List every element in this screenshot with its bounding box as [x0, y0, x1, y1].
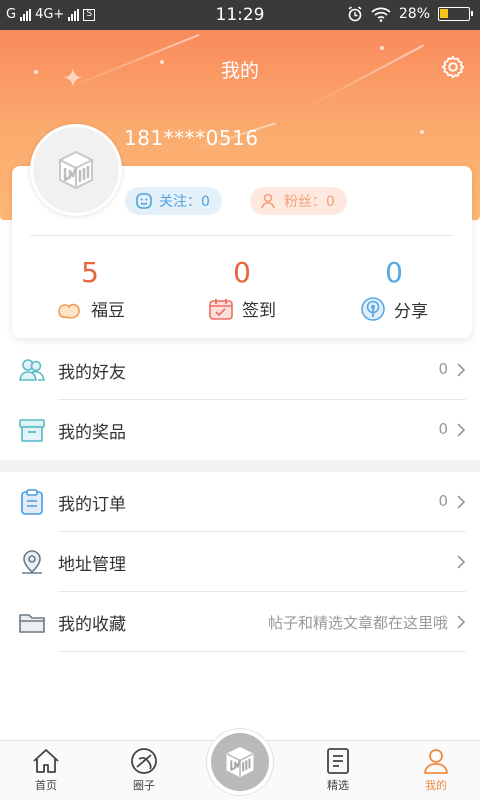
status-bar: G 4G+ S 11:29 28% — [0, 0, 480, 30]
follow-chip[interactable]: 关注：0 — [125, 187, 222, 215]
tab-circle[interactable]: 圈子 — [104, 747, 184, 793]
page-title: 我的 — [220, 60, 259, 82]
card-divider — [30, 235, 454, 236]
chevron-right-icon — [457, 363, 466, 377]
menu-value: 0 — [438, 360, 448, 378]
menu-item-orders[interactable]: 我的订单 0 — [0, 472, 480, 532]
menu-value: 帖子和精选文章都在这里哦 — [267, 614, 448, 632]
calendar-icon — [209, 298, 233, 320]
decor-dot — [420, 130, 424, 134]
smile-icon — [136, 193, 152, 209]
tab-label: 首页 — [35, 779, 57, 792]
fans-label: 粉丝：0 — [284, 194, 335, 210]
menu-label: 我的订单 — [58, 495, 126, 515]
tab-home[interactable]: 首页 — [6, 747, 86, 793]
stat-checkin[interactable]: 0 签到 — [182, 256, 302, 321]
beans-label: 福豆 — [91, 301, 125, 321]
menu-label: 我的好友 — [58, 363, 126, 383]
share-icon — [361, 297, 385, 321]
gear-icon[interactable] — [440, 54, 466, 80]
stat-share[interactable]: 0 分享 — [334, 256, 454, 322]
tab-mine[interactable]: 我的 — [396, 747, 476, 793]
decor-dot — [380, 46, 384, 50]
tab-label: 圈子 — [133, 779, 155, 792]
menu-item-friends[interactable]: 我的好友 0 — [0, 340, 480, 400]
folder-icon — [19, 614, 45, 633]
menu-label: 我的收藏 — [58, 615, 126, 635]
chevron-right-icon — [457, 495, 466, 509]
user-icon — [424, 749, 448, 774]
menu-value: 0 — [438, 420, 448, 438]
location-icon — [22, 550, 42, 574]
menu-value: 0 — [438, 492, 448, 510]
follow-label: 关注：0 — [159, 194, 210, 210]
beans-count: 5 — [81, 256, 99, 289]
share-count: 0 — [385, 256, 403, 289]
user-icon — [261, 193, 275, 209]
tab-label: 精选 — [327, 779, 349, 792]
fans-chip[interactable]: 粉丝：0 — [250, 187, 347, 215]
article-icon — [327, 748, 349, 774]
chevron-right-icon — [457, 615, 466, 629]
user-phone: 181****0516 — [124, 126, 259, 150]
share-label: 分享 — [394, 301, 428, 322]
menu-item-favorites[interactable]: 我的收藏 帖子和精选文章都在这里哦 — [0, 592, 480, 652]
row-divider — [58, 651, 466, 652]
tab-label: 我的 — [425, 779, 447, 792]
clipboard-icon — [21, 489, 43, 515]
friends-icon — [19, 359, 45, 381]
section-separator — [0, 460, 480, 472]
app-logo-icon — [226, 746, 254, 778]
wifi-icon — [371, 7, 391, 22]
avatar[interactable] — [30, 124, 122, 216]
circle-icon — [131, 748, 157, 774]
home-icon — [33, 749, 59, 773]
chevron-right-icon — [457, 555, 466, 569]
center-logo-button[interactable] — [206, 728, 274, 796]
menu-item-prizes[interactable]: 我的奖品 0 — [0, 400, 480, 460]
menu-item-address[interactable]: 地址管理 — [0, 532, 480, 592]
chevron-right-icon — [457, 423, 466, 437]
prize-box-icon — [19, 419, 45, 442]
tab-select[interactable]: 精选 — [298, 747, 378, 793]
menu-label: 我的奖品 — [58, 423, 126, 443]
checkin-label: 签到 — [242, 301, 276, 321]
menu-label: 地址管理 — [58, 555, 126, 575]
battery-icon — [438, 7, 473, 21]
checkin-count: 0 — [233, 256, 251, 289]
battery-percent: 28% — [398, 6, 430, 22]
app-logo-icon — [59, 150, 93, 190]
alarm-icon — [348, 6, 362, 22]
bean-icon — [58, 303, 80, 319]
stat-beans[interactable]: 5 福豆 — [30, 256, 150, 321]
